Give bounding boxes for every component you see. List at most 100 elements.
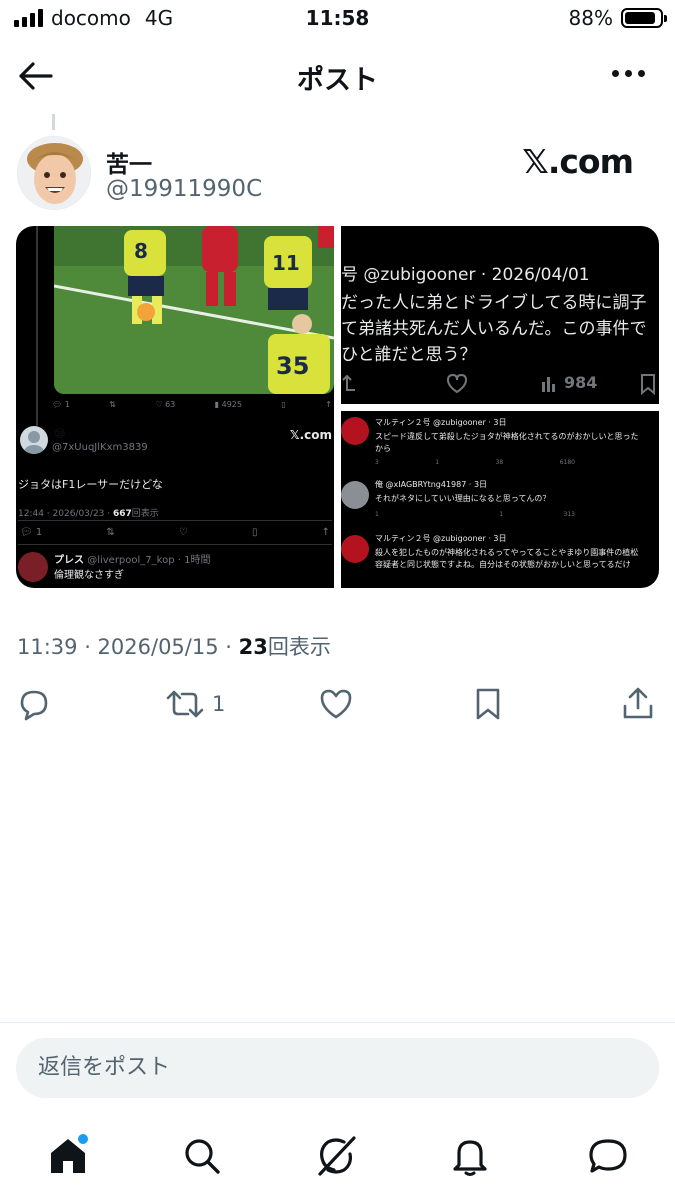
bookmark-stat-icon: ▯: [281, 400, 286, 409]
reply-text-1: スピード違反して弟殺したジョタが神格化されてるのがおかしいと思った: [375, 432, 639, 441]
reply-text-2: から: [375, 444, 391, 453]
soccer-scene-image: 8 11 35: [54, 226, 334, 394]
quoted-x-logo: 𝕏.com: [289, 428, 332, 442]
quoted-line-2: だった人に弟とドライブしてる時に調子: [341, 293, 647, 313]
page-title: ポスト: [297, 65, 378, 96]
thread-connector: [52, 114, 55, 130]
soccer-photo: 8 11 35: [54, 226, 334, 394]
reply-avatar: [341, 535, 369, 563]
svg-text:11: 11: [272, 251, 300, 275]
share-button[interactable]: [620, 684, 656, 724]
quoted-stats-row: 984: [341, 372, 659, 396]
default-avatar-icon: [24, 431, 44, 454]
share-stat-icon: ↑: [325, 400, 332, 409]
repost-button[interactable]: 1: [164, 684, 225, 724]
stats-icons: [342, 373, 655, 396]
reply-stats: 3 1 38 6180: [375, 459, 575, 466]
reply-text: 倫理観なさすぎ: [54, 570, 124, 581]
quoted-line-4: ひと誰だと思う？: [341, 345, 477, 365]
heart-icon: [320, 689, 352, 719]
stat: 313: [563, 511, 575, 518]
avatar-image: [18, 137, 90, 209]
stat: 3: [375, 459, 379, 466]
nav-messages[interactable]: [584, 1132, 632, 1180]
share-icon: [623, 687, 653, 719]
battery-info: 88%: [569, 6, 667, 30]
bottom-nav: [0, 1128, 675, 1188]
repost-count: 1: [212, 692, 226, 716]
reply-stats: 1 1 313: [375, 511, 575, 518]
quoted-timestamp: 12:44 · 2026/03/23 · 667回表示: [18, 506, 159, 519]
reply-button[interactable]: [16, 684, 52, 724]
quoted-header: 号 @zubigooner · 2026/04/01: [341, 260, 590, 285]
reply-author: プレス @liverpool_7_kop · 1時間: [54, 551, 210, 566]
media-image-3[interactable]: マルティン２号 @zubigooner · 3日 スピード違反して弟殺したジョタ…: [341, 411, 659, 588]
author-name[interactable]: 苦一: [106, 145, 152, 179]
reply-avatar: [341, 481, 369, 509]
reply-icon: [20, 690, 48, 721]
reply-input[interactable]: 返信をポスト: [16, 1038, 659, 1098]
post-timestamp: 11:39 · 2026/05/15 ·: [17, 635, 239, 659]
stat: 1: [375, 511, 379, 518]
media-grid: 8 11 35 💬︎ 1 ⇅ ♡ 63 ▮ 4925 ▯ ↑ 😪 @7xUuqJ…: [16, 226, 659, 588]
status-bar: docomo 4G 11:58 88%: [0, 0, 675, 38]
repost-stat-icon: ⇅: [109, 400, 116, 409]
battery-icon: [621, 8, 667, 28]
stat: 6180: [559, 459, 575, 466]
reply-header: マルティン２号 @zubigooner · 3日: [375, 534, 507, 543]
notification-dot: [78, 1134, 88, 1144]
reply-text: それがネタにしていい理由になると思ってんの？: [375, 494, 551, 503]
divider: [0, 1022, 675, 1023]
post-actions: 1: [0, 684, 675, 724]
svg-text:8: 8: [134, 239, 148, 263]
author-handle[interactable]: @19911990C: [106, 176, 262, 202]
reply-name: プレス: [54, 555, 84, 566]
thread-connector: [36, 226, 38, 426]
stat: 1: [435, 459, 440, 466]
views-label: 回表示: [267, 635, 331, 659]
divider: [18, 520, 332, 521]
reply-stat: 💬︎ 1: [52, 400, 70, 409]
reply-avatar: [18, 552, 48, 582]
reply-header: マルティン２号 @zubigooner · 3日: [375, 418, 507, 427]
quoted-name-emoji: 😪: [54, 427, 66, 440]
nav-home[interactable]: [44, 1132, 92, 1180]
quoted-handle-line: 号 @zubigooner · 2026/04/01: [341, 265, 590, 285]
quoted-text: ジョタはF1レーサーだけどな: [18, 478, 163, 491]
reply-header: 俺 @xIAGBRYtng41987 · 3日: [375, 480, 488, 489]
reply-text-2: 容疑者と同じ状態ですよね。自分はその状態がおかしいと思ってるだけ: [375, 560, 631, 569]
grok-icon: [318, 1136, 356, 1176]
nav-grok[interactable]: [312, 1132, 360, 1180]
reply-stat: 💬︎ 1: [20, 527, 43, 538]
reply-handle: @liverpool_7_kop · 1時間: [87, 555, 211, 566]
more-dot-icon: [612, 70, 619, 77]
messages-icon: [589, 1139, 627, 1173]
more-dot-icon: [638, 70, 645, 77]
like-stat: ♡ 63: [155, 400, 176, 409]
divider: [18, 544, 332, 545]
media-image-1[interactable]: 8 11 35 💬︎ 1 ⇅ ♡ 63 ▮ 4925 ▯ ↑ 😪 @7xUuqJ…: [16, 226, 334, 588]
reply-text-1: 殺人を犯したものが神格化されるってやってることやまゆり園事件の植松: [375, 548, 639, 557]
like-count: 63: [165, 400, 176, 409]
quoted-actions-row: 💬︎ 1 ⇅ ♡ ▯ ↑: [20, 527, 330, 538]
media-image-2[interactable]: 号 @zubigooner · 2026/04/01 だった人に弟とドライブして…: [341, 226, 659, 404]
svg-text:35: 35: [276, 352, 309, 380]
stat: 38: [495, 459, 504, 466]
quoted-views: 667: [112, 509, 132, 519]
bookmark-button[interactable]: [470, 684, 506, 724]
bookmark-stat-icon: ▯: [251, 527, 258, 538]
like-button[interactable]: [318, 684, 354, 724]
quoted-line-3: て弟諸共死んだ人いるんだ。この事件で: [341, 319, 647, 339]
reply-count: 1: [35, 527, 43, 538]
author-avatar[interactable]: [17, 136, 91, 210]
nav-notifications[interactable]: [446, 1132, 494, 1180]
more-options-button[interactable]: [612, 70, 645, 77]
views-stat: ▮ 4925: [214, 400, 242, 409]
nav-search[interactable]: [178, 1132, 226, 1180]
x-com-logo: 𝕏.com: [522, 142, 634, 181]
views-count: 23: [238, 635, 268, 659]
repost-icon: [166, 690, 204, 718]
views-count: 984: [564, 373, 598, 392]
views-count: 4925: [221, 400, 242, 409]
quoted-avatar: [20, 426, 48, 454]
